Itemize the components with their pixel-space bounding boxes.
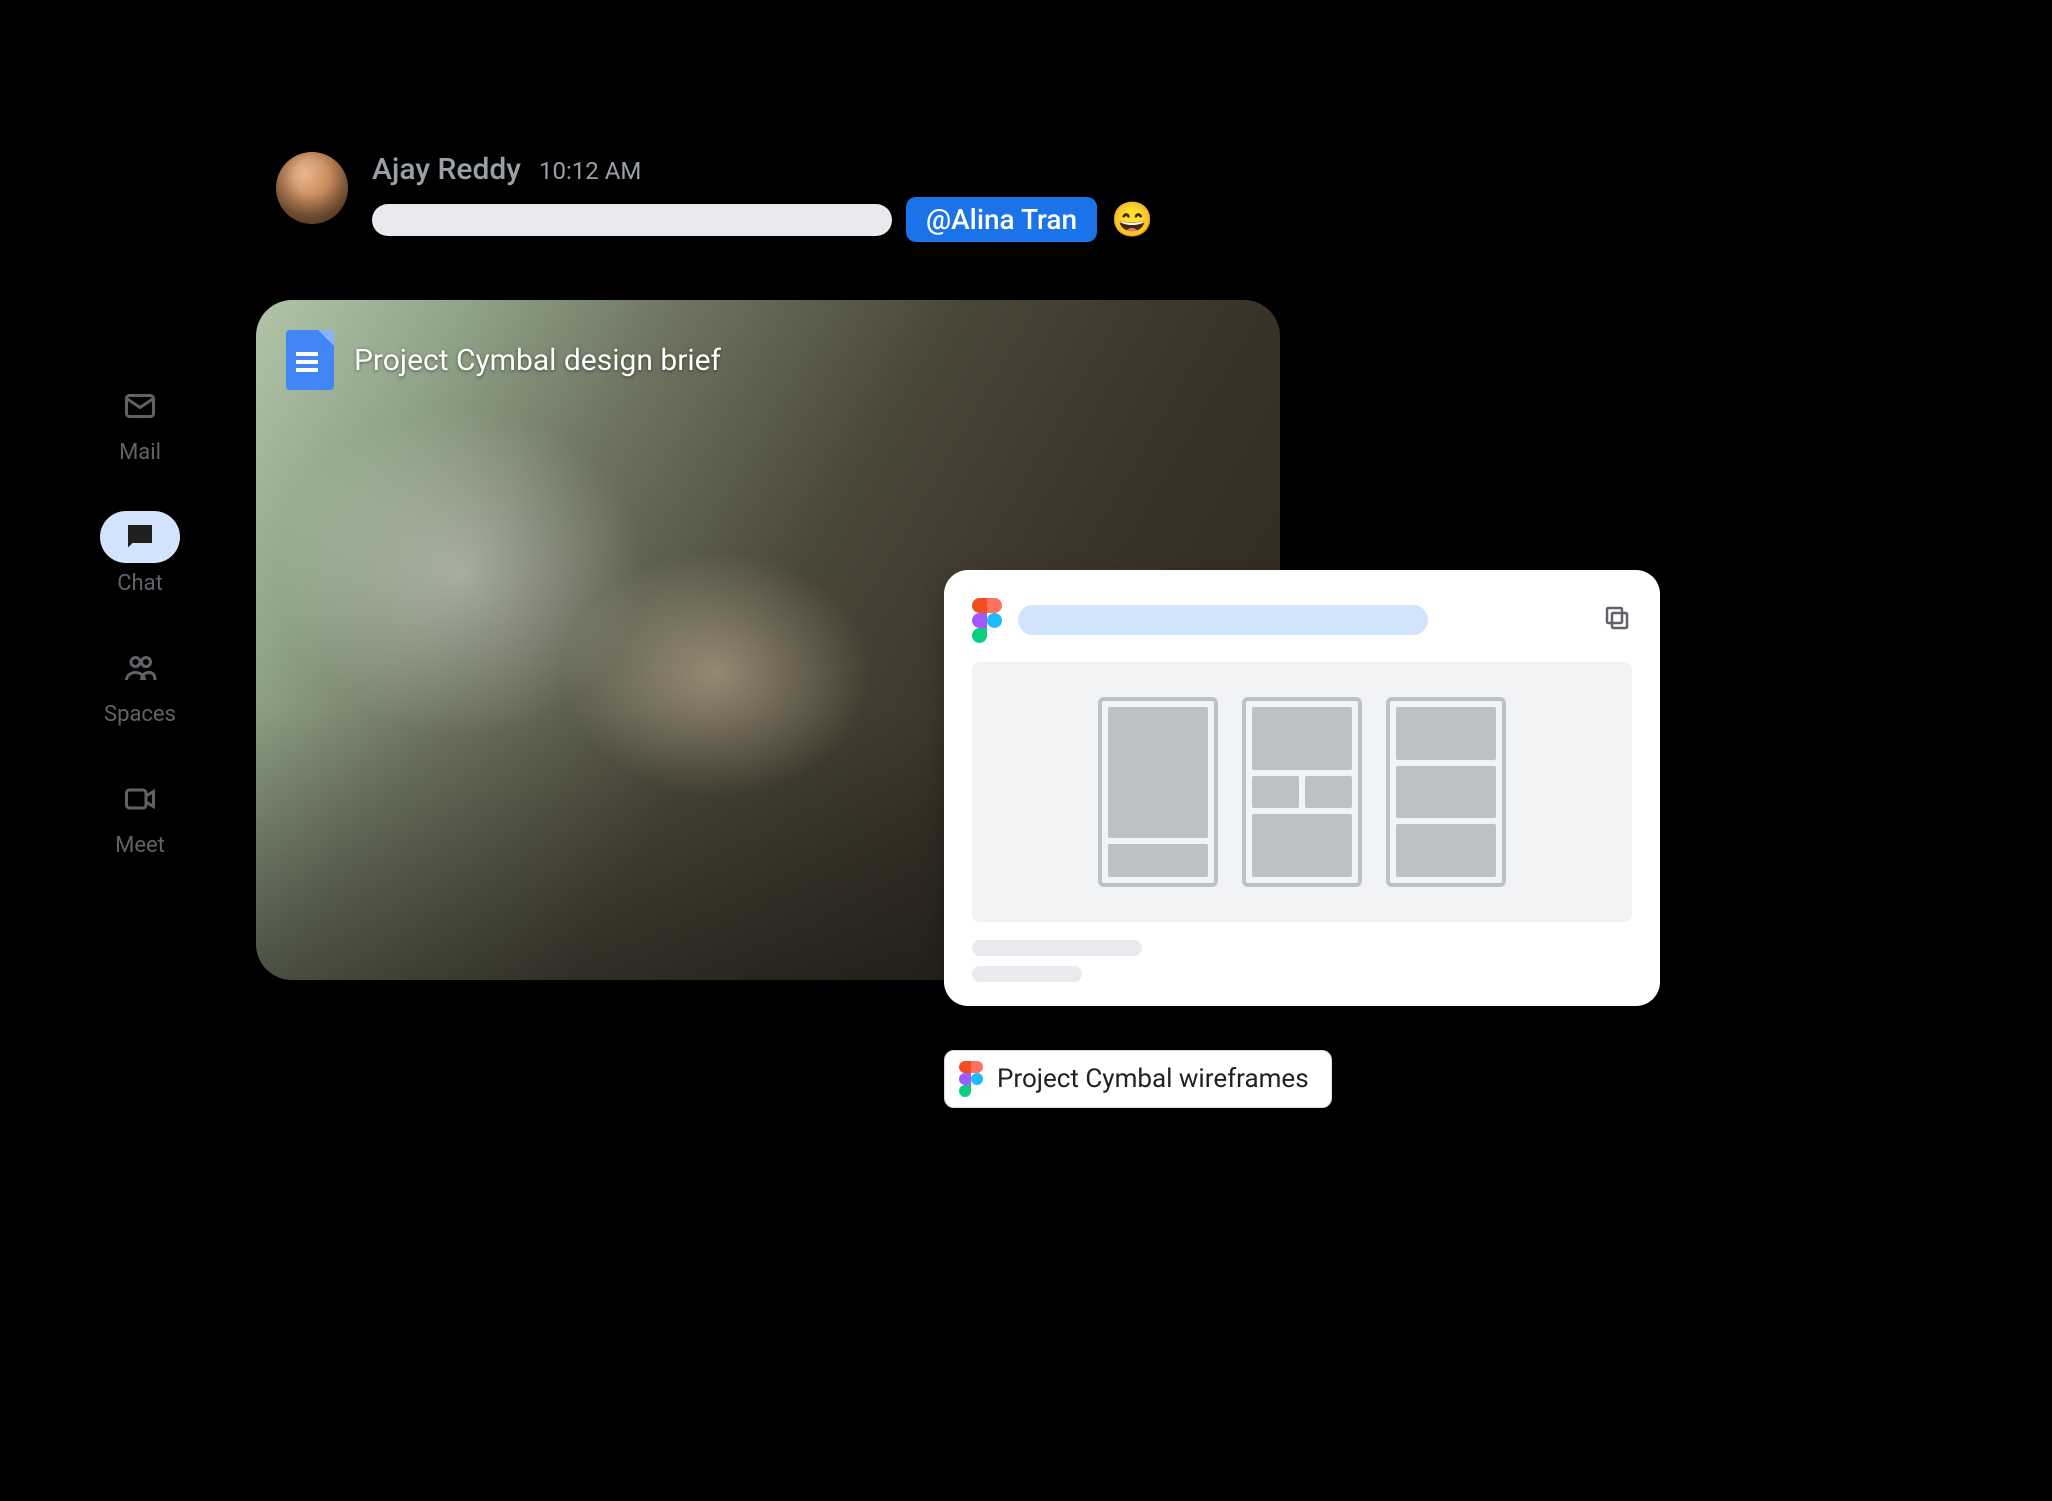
wireframe-frame [1386, 697, 1506, 887]
mention-chip[interactable]: @Alina Tran [906, 197, 1097, 242]
nav-item-mail[interactable]: Mail [100, 380, 180, 465]
figma-icon [959, 1061, 983, 1097]
chat-message: Ajay Reddy 10:12 AM @Alina Tran 😄 [276, 152, 1153, 242]
nav-label: Mail [119, 440, 161, 465]
nav-label: Meet [115, 833, 165, 858]
message-text-placeholder [372, 204, 892, 236]
figma-preview-card[interactable] [944, 570, 1660, 1006]
meet-icon [100, 773, 180, 825]
wireframe-frame [1242, 697, 1362, 887]
google-docs-icon [286, 330, 334, 390]
figma-meta-placeholder [972, 966, 1082, 982]
figma-title-placeholder [1018, 605, 1428, 635]
message-timestamp: 10:12 AM [539, 157, 641, 185]
nav-label: Spaces [104, 702, 176, 727]
copy-icon[interactable] [1602, 603, 1632, 637]
spaces-icon [100, 642, 180, 694]
nav-item-chat[interactable]: Chat [100, 511, 180, 596]
nav-item-meet[interactable]: Meet [100, 773, 180, 858]
figma-meta-placeholder [972, 940, 1142, 956]
mail-icon [100, 380, 180, 432]
wireframe-canvas [972, 662, 1632, 922]
figma-icon [972, 598, 1002, 642]
avatar[interactable] [276, 152, 348, 224]
wireframe-frame [1098, 697, 1218, 887]
sender-name: Ajay Reddy [372, 152, 521, 187]
nav-label: Chat [117, 571, 163, 596]
nav-item-spaces[interactable]: Spaces [100, 642, 180, 727]
doc-title: Project Cymbal design brief [354, 343, 721, 378]
emoji-reaction[interactable]: 😄 [1111, 200, 1153, 240]
figma-attachment-chip[interactable]: Project Cymbal wireframes [944, 1050, 1332, 1108]
chat-icon [100, 511, 180, 563]
figma-chip-label: Project Cymbal wireframes [997, 1064, 1309, 1094]
app-side-nav: Mail Chat Spaces Meet [100, 380, 180, 858]
